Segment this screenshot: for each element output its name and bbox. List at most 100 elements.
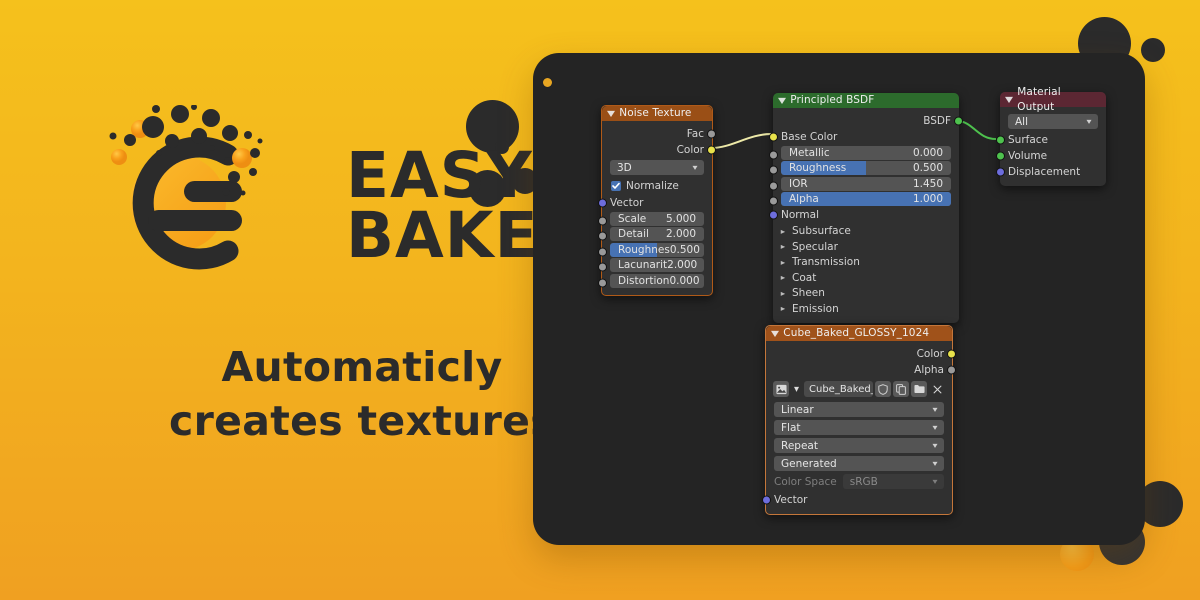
socket-bsdf[interactable]	[954, 116, 963, 125]
input-socket-vector[interactable]: Vector	[598, 195, 712, 210]
noise-props: Scale 5.000 Detail 2.000 Roughnes 0.500 …	[598, 211, 712, 288]
prop-row[interactable]: IOR 1.450	[769, 176, 959, 191]
node-body: Fac Color 3D ▾ Normalize Vector Scale 5.…	[598, 121, 716, 295]
field-scale[interactable]: Scale 5.000	[610, 211, 704, 226]
prop-row[interactable]: Distortion 0.000	[598, 273, 712, 288]
field-alpha[interactable]: Alpha 1.000	[781, 192, 951, 206]
socket-alpha[interactable]	[769, 196, 778, 206]
node-body: BSDF Base Color Metallic 0.000 Roughness…	[769, 108, 963, 323]
field-roughness[interactable]: Roughness 0.500	[781, 161, 951, 175]
output-socket-color[interactable]: Color	[602, 142, 716, 157]
prop-row[interactable]: Lacunarit 2.000	[598, 258, 712, 272]
brand-name-line-1: EASY	[346, 139, 533, 212]
chevron-right-icon: ▸	[780, 242, 786, 251]
socket-detail[interactable]	[598, 231, 607, 241]
socket-distortion[interactable]	[598, 278, 607, 287]
chevron-down-icon[interactable]: ▼	[1005, 92, 1013, 107]
chevron-right-icon: ▸	[780, 226, 786, 236]
color-space-row: Color Space sRGB ▾	[774, 474, 944, 489]
input-socket-base-color[interactable]: Base Color	[769, 129, 959, 144]
source-dropdown[interactable]: Generated ▾	[774, 456, 944, 471]
image-datablock-toolbar[interactable]: ▾ Cube_Baked_GL...	[773, 381, 945, 397]
prop-row[interactable]: Scale 5.000	[598, 211, 712, 226]
chevron-down-icon: ▾	[932, 423, 938, 432]
socket-lacunarity[interactable]	[598, 262, 607, 272]
panel-emission[interactable]: ▸ Emission	[773, 301, 959, 316]
socket-vector[interactable]	[598, 198, 607, 207]
chevron-down-icon[interactable]: ▼	[771, 326, 779, 341]
checkbox-checked-icon[interactable]	[611, 180, 621, 191]
socket-scale[interactable]	[598, 216, 607, 225]
chevron-down-icon[interactable]: ▾	[791, 381, 802, 397]
color-space-dropdown[interactable]: sRGB ▾	[842, 474, 944, 489]
node-header[interactable]: ▼ Cube_Baked_GLOSSY_1024	[766, 326, 952, 341]
output-socket-bsdf[interactable]: BSDF	[773, 113, 963, 128]
node-principled-bsdf[interactable]: ▼ Principled BSDF BSDF Base Color Metall…	[769, 93, 963, 323]
prop-row[interactable]: Roughness 0.500	[769, 161, 959, 175]
field-roughness[interactable]: Roughnes 0.500	[610, 242, 704, 257]
image-icon[interactable]	[773, 381, 789, 397]
socket-base-color[interactable]	[769, 132, 778, 141]
field-metallic[interactable]: Metallic 0.000	[781, 145, 951, 160]
normalize-checkbox-row[interactable]: Normalize	[602, 178, 712, 193]
output-socket-alpha[interactable]: Alpha	[766, 362, 956, 377]
node-noise-texture[interactable]: ▼ Noise Texture Fac Color 3D ▾ Normalize…	[598, 105, 716, 296]
folder-icon[interactable]	[911, 381, 927, 397]
dimension-dropdown[interactable]: 3D ▾	[610, 160, 704, 175]
chevron-down-icon[interactable]: ▼	[607, 106, 615, 121]
extension-dropdown[interactable]: Repeat ▾	[774, 438, 944, 453]
socket-metallic[interactable]	[769, 150, 778, 159]
node-header[interactable]: ▼ Noise Texture	[602, 106, 712, 121]
field-lacunarity[interactable]: Lacunarit 2.000	[610, 258, 704, 272]
shield-icon[interactable]	[875, 381, 891, 397]
chevron-down-icon: ▾	[1086, 117, 1092, 126]
socket-vector[interactable]	[762, 495, 771, 504]
node-title: Cube_Baked_GLOSSY_1024	[783, 327, 930, 339]
prop-row[interactable]: Detail 2.000	[598, 227, 712, 241]
chevron-down-icon: ▾	[932, 441, 938, 450]
node-image-texture[interactable]: ▼ Cube_Baked_GLOSSY_1024 Color Alpha ▾ C…	[762, 325, 956, 515]
node-header[interactable]: ▼ Principled BSDF	[773, 93, 959, 108]
chevron-down-icon[interactable]: ▼	[778, 93, 786, 108]
socket-roughness[interactable]	[598, 247, 607, 256]
input-socket-volume[interactable]: Volume	[996, 148, 1106, 163]
socket-surface[interactable]	[996, 135, 1005, 144]
field-ior[interactable]: IOR 1.450	[781, 176, 951, 191]
prop-row[interactable]: Alpha 1.000	[769, 192, 959, 206]
output-socket-color[interactable]: Color	[766, 346, 956, 361]
panel-sheen[interactable]: ▸ Sheen	[773, 286, 959, 301]
close-icon[interactable]	[929, 381, 945, 397]
input-socket-normal[interactable]: Normal	[769, 208, 959, 223]
input-socket-displacement[interactable]: Displacement	[996, 164, 1106, 179]
socket-displacement[interactable]	[996, 167, 1005, 176]
field-distortion[interactable]: Distortion 0.000	[610, 273, 704, 288]
socket-color[interactable]	[707, 145, 716, 154]
panel-coat[interactable]: ▸ Coat	[773, 270, 959, 285]
socket-volume[interactable]	[996, 151, 1005, 160]
prop-row[interactable]: Metallic 0.000	[769, 145, 959, 160]
prop-row[interactable]: Roughnes 0.500	[598, 242, 712, 257]
interpolation-dropdown[interactable]: Linear ▾	[774, 402, 944, 417]
socket-alpha[interactable]	[947, 365, 956, 374]
copy-icon[interactable]	[893, 381, 909, 397]
panel-transmission[interactable]: ▸ Transmission	[773, 255, 959, 270]
node-title: Noise Texture	[619, 107, 692, 119]
socket-fac[interactable]	[707, 129, 716, 138]
input-socket-vector[interactable]: Vector	[762, 492, 952, 507]
socket-normal[interactable]	[769, 210, 778, 220]
socket-roughness[interactable]	[769, 165, 778, 175]
projection-dropdown[interactable]: Flat ▾	[774, 420, 944, 435]
panel-subsurface[interactable]: ▸ Subsurface	[773, 224, 959, 239]
image-name-field[interactable]: Cube_Baked_GL...	[804, 381, 873, 397]
output-socket-fac[interactable]: Fac	[602, 126, 716, 141]
node-editor-panel: ▼ Noise Texture Fac Color 3D ▾ Normalize…	[533, 53, 1145, 545]
chevron-down-icon: ▾	[932, 477, 938, 486]
node-material-output[interactable]: ▼ Material Output All ▾ Surface Volume D…	[996, 86, 1106, 186]
socket-color[interactable]	[947, 349, 956, 358]
panel-specular[interactable]: ▸ Specular	[773, 239, 959, 254]
field-detail[interactable]: Detail 2.000	[610, 227, 704, 241]
node-header[interactable]: ▼ Material Output	[1000, 86, 1106, 113]
target-dropdown[interactable]: All ▾	[1008, 114, 1098, 129]
input-socket-surface[interactable]: Surface	[996, 132, 1106, 147]
socket-ior[interactable]	[769, 181, 778, 190]
